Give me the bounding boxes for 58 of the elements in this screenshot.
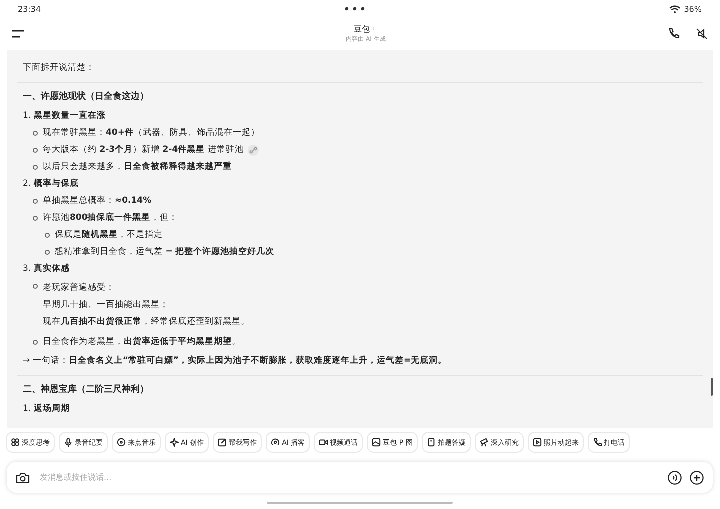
list-item-text: 想精准拿到日全食，运气差 = 把整个许愿池抽空好几次 [55,246,275,259]
list-item-text: 现在几百抽不出货很正常，经常保底还歪到新黑星。 [43,316,250,329]
list-heading: 返场周期 [34,402,70,416]
bullet-icon [45,233,50,238]
more-dots-icon [344,7,366,11]
bullet-icon [33,284,38,289]
message-input[interactable]: 发消息或按住说话... [38,472,660,483]
link-icon[interactable] [248,145,259,156]
add-icon[interactable] [690,470,704,484]
bullet-icon [33,148,38,153]
section-heading: 二、神恩宝库（二阶三尺神利） [23,383,150,397]
camera-icon[interactable] [16,472,30,484]
edit-icon [218,438,228,447]
list-heading: 概率与保底 [34,178,80,191]
play-icon [532,438,542,447]
status-time: 23:34 [18,4,42,14]
list-item-text: 保底是随机黑星，不是指定 [55,228,163,242]
list-number: 3. [23,263,32,276]
four-circles-icon [11,438,20,447]
image-icon [372,438,382,447]
list-item-text: 以后只会越来越多，日全食被稀释得越来越严重 [43,160,232,174]
list-heading: 真实体感 [34,262,70,276]
list-item-text: 单抽黑星总概率：≈0.14% [43,194,152,208]
video-camera-icon [319,438,328,447]
scroll-thumb[interactable] [711,378,713,396]
list-item-text: 每大版本（约 2-3个月）新增 2-4件黑星 进常驻池 [43,144,244,157]
telescope-icon [480,438,489,447]
list-number: 2. [23,178,32,191]
list-item-text: 早期几十抽、一百抽能出黑星； [43,299,170,312]
wifi-icon [669,4,682,14]
bullet-icon [33,340,38,345]
list-item-text: 许愿池800抽保底一件黑星，但： [43,212,178,225]
section-heading: 一、许愿池现状（日全食这边） [23,90,150,104]
bullet-icon [33,216,38,221]
list-heading: 黑星数量一直在涨 [34,110,106,123]
voice-icon[interactable] [668,470,682,484]
menu-icon[interactable] [12,30,24,38]
list-number: 1. [23,110,32,123]
phone-icon[interactable] [668,28,680,40]
list-item-text: 老玩家普遍感受： [43,282,116,295]
bullet-icon [45,250,50,255]
list-item-text: 现在常驻黑星：40+件（武器、防具、饰品混在一起） [43,127,260,140]
bullet-icon [33,131,38,136]
phone-icon [592,438,602,447]
battery-level: 36% [684,4,702,14]
bullet-icon [33,199,38,204]
reply-paragraph: 下面拆开说清楚： [23,62,96,75]
book-icon [426,438,436,447]
list-item-text: 日全食作为老黑星，出货率远低于平均黑星期望。 [43,336,241,349]
bullet-icon [33,165,38,170]
sparkle-icon [170,438,179,447]
reply-paragraph: → 一句话：日全食名义上“常驻可白嫖”，实际上因为池子不断膨胀，获取难度逐年上升，运气差=无底洞。 [23,354,448,368]
list-number: 1. [23,403,32,416]
broadcast-icon [271,438,280,447]
disc-icon [117,438,126,447]
speaker-muted-icon[interactable] [696,28,708,40]
chat-title[interactable]: 豆包 [354,24,370,35]
microphone-icon [64,438,73,447]
